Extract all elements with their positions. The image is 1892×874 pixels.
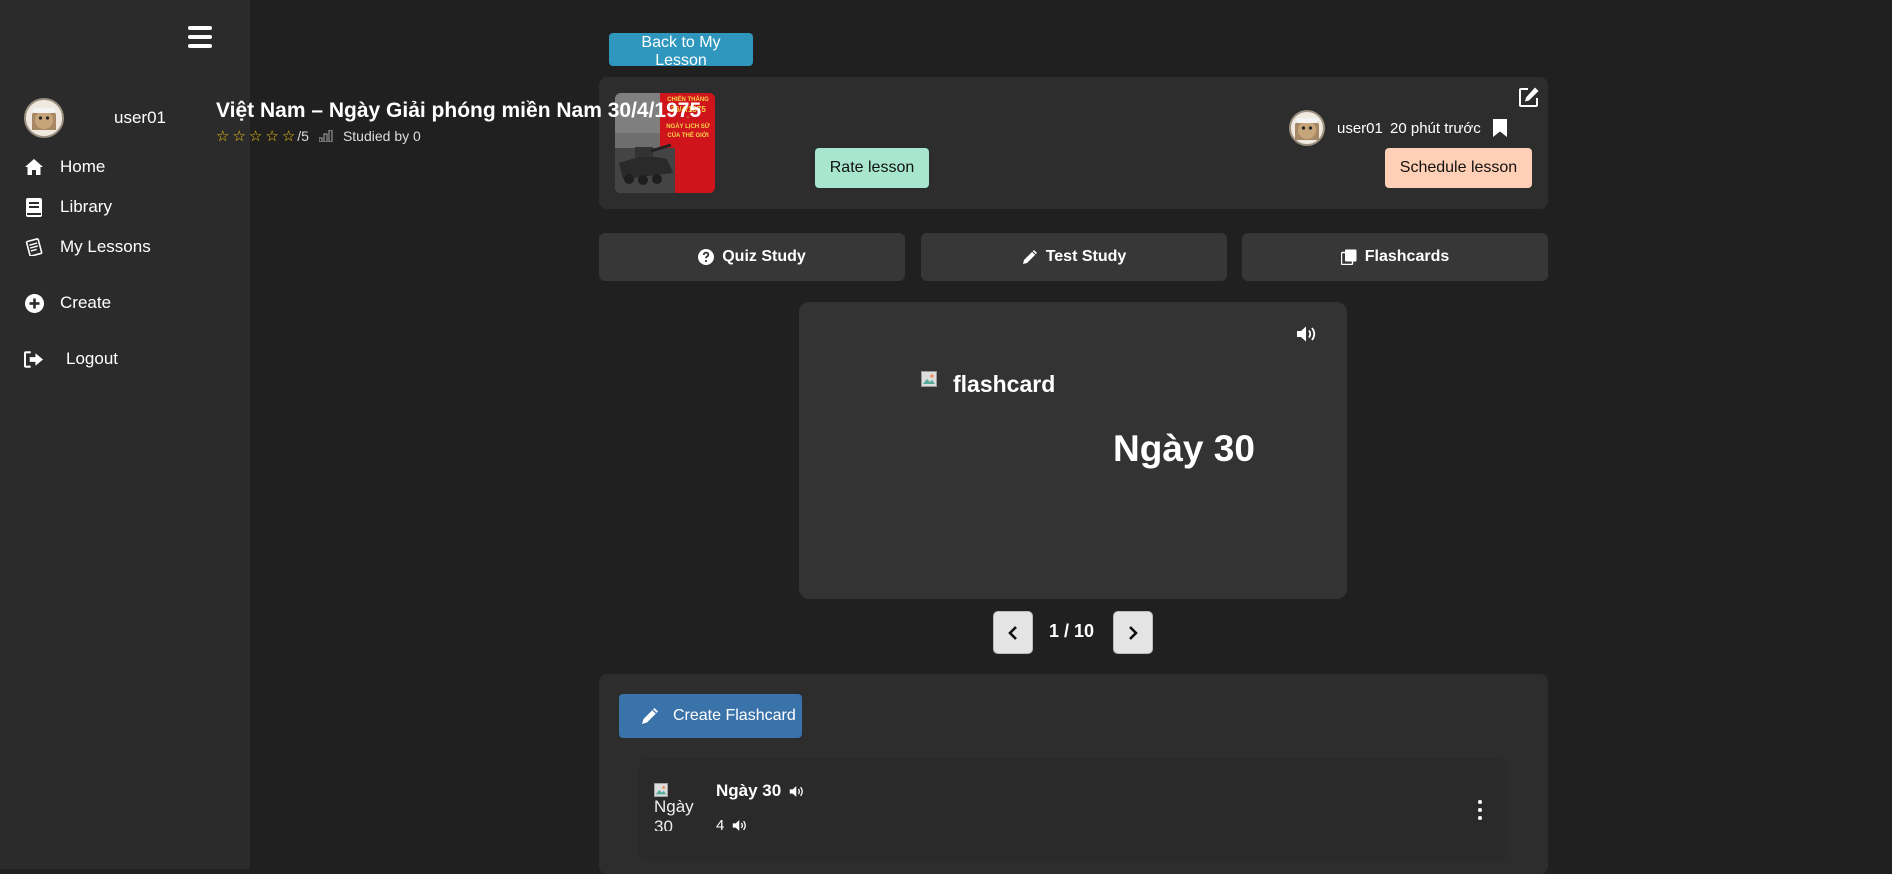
list-item-image: Ngày 30 [654,783,704,831]
sidebar-item-home[interactable]: Home [24,157,105,177]
broken-image-icon [921,371,937,387]
list-item-image-alt: Ngày 30 [654,797,694,831]
pencil-icon [1022,249,1038,265]
edit-icon[interactable] [1518,86,1540,108]
sidebar-item-my-lessons[interactable]: My Lessons [24,237,151,257]
star-outline-icon[interactable]: ☆ [216,129,229,144]
sidebar-item-label: Create [60,293,112,312]
list-item-definition-row: 4 [716,817,748,834]
rate-lesson-button[interactable]: Rate lesson [815,148,929,188]
sidebar-item-label: Library [60,197,112,216]
lesson-title: Việt Nam – Ngày Giải phóng miền Nam 30/4… [216,99,702,122]
avatar [24,98,64,138]
test-study-button[interactable]: Test Study [921,233,1227,281]
owner-avatar[interactable] [1289,110,1325,146]
home-icon [24,157,44,177]
star-outline-icon[interactable]: ☆ [265,129,278,144]
lesson-timestamp: 20 phút trước [1390,120,1481,137]
sidebar-item-logout[interactable]: Logout [24,349,118,369]
sidebar-item-create[interactable]: Create [24,293,111,313]
next-card-button[interactable] [1113,611,1153,654]
card-counter: 1 / 10 [1049,621,1095,641]
cards-icon [1340,249,1357,265]
star-outline-icon[interactable]: ☆ [232,129,245,144]
user-profile[interactable]: user01 [24,98,166,138]
rating-row: ☆ ☆ ☆ ☆ ☆ /5 Studied by 0 [216,128,421,144]
list-item-term-row: Ngày 30 [716,781,805,801]
sidebar-item-label: Home [60,157,106,176]
flashcards-button[interactable]: Flashcards [1242,233,1548,281]
rating-max: /5 [297,128,309,144]
previous-card-button[interactable] [993,611,1033,654]
flashcard-term: Ngày 30 [1113,428,1255,469]
schedule-lesson-button[interactable]: Schedule lesson [1385,148,1532,188]
flashcard-viewer[interactable] [799,302,1347,599]
create-flashcard-button[interactable]: Create Flashcard [619,694,802,738]
broken-image-icon [654,783,668,797]
question-circle-icon [698,249,715,265]
quiz-study-button[interactable]: Quiz Study [599,233,905,281]
create-flashcard-label: Create Flashcard [673,707,796,724]
logout-icon [24,349,44,369]
sidebar-item-label: My Lessons [60,237,151,256]
back-to-my-lesson-button[interactable]: Back to My Lesson [609,33,753,69]
username: user01 [114,108,166,127]
bar-chart-icon [318,130,333,142]
sidebar-item-label: Logout [66,349,118,368]
notepad-icon [24,237,44,257]
flashcard-image-alt: flashcard [953,371,1056,397]
owner-username[interactable]: user01 [1337,120,1383,137]
speaker-icon[interactable] [1296,325,1318,343]
book-icon [24,197,44,217]
studied-count: Studied by 0 [342,128,421,144]
star-outline-icon[interactable]: ☆ [249,129,262,144]
lesson-header-card: CHIẾN THẮNG 30/4/1975 - NGÀY LỊCH SỬ CỦA… [599,77,1548,209]
mode-label: Quiz Study [722,248,806,265]
hamburger-menu-icon[interactable] [188,26,212,48]
chevron-right-icon [1127,625,1139,641]
list-item-term: Ngày 30 [716,781,782,800]
list-item[interactable] [639,758,1508,861]
plus-circle-icon [24,293,44,313]
speaker-icon[interactable] [789,785,805,798]
sidebar-item-library[interactable]: Library [24,197,112,217]
pencil-icon [641,707,659,725]
star-outline-icon[interactable]: ☆ [282,129,295,144]
chevron-left-icon [1007,625,1019,641]
bookmark-icon[interactable] [1492,118,1508,138]
star-rating[interactable]: ☆ ☆ ☆ ☆ ☆ [216,129,295,144]
list-item-definition: 4 [716,817,725,834]
mode-label: Flashcards [1364,248,1450,265]
more-options-icon[interactable] [1474,800,1486,820]
mode-label: Test Study [1045,248,1127,265]
speaker-icon[interactable] [732,819,748,832]
sidebar: user01 Home Library My Lessons Create Lo… [0,0,250,869]
flashcard-image: flashcard [921,371,1055,398]
